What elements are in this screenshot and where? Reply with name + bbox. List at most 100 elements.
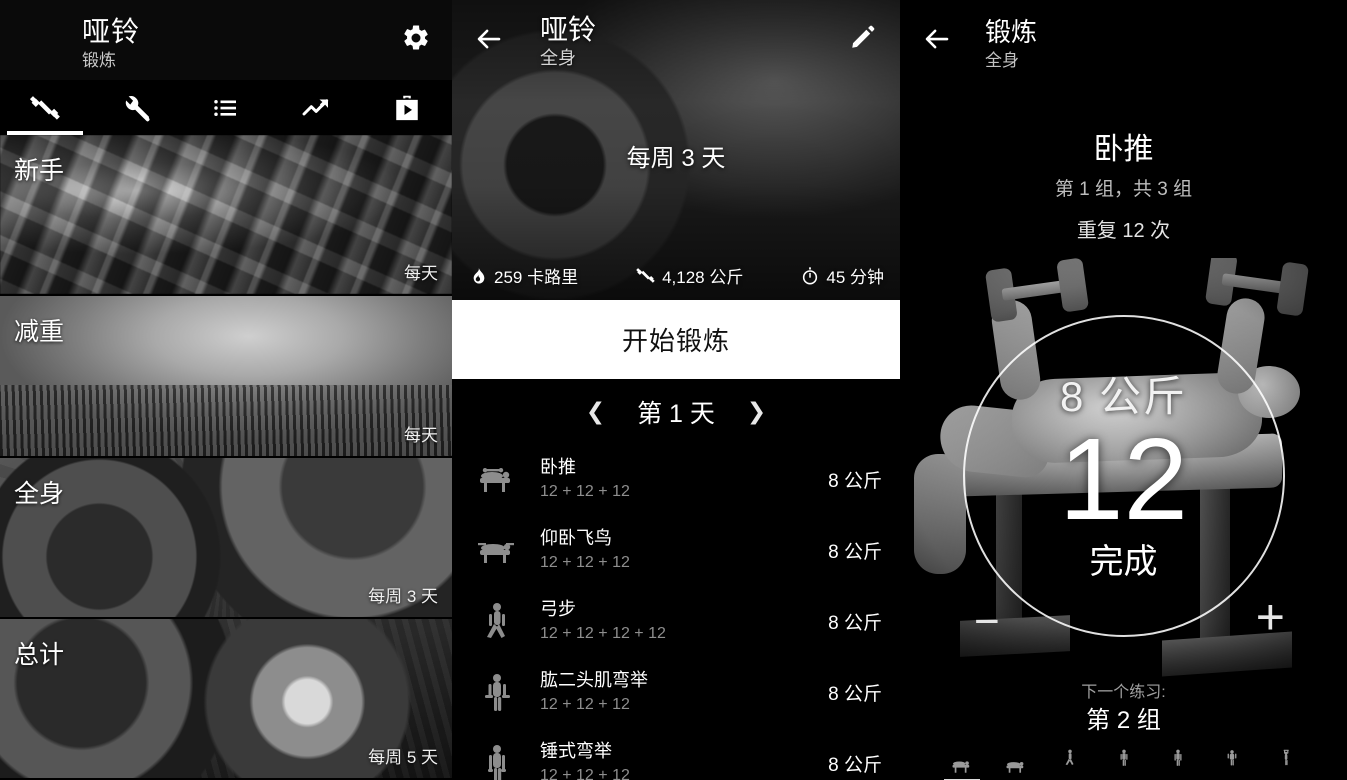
exercise-sets: 12 + 12 + 12 xyxy=(540,695,630,713)
program-name: 新手 xyxy=(14,157,65,185)
workout-hero: 哑铃 全身 每周 3 天 259 卡路里 4,128 公斤 45 分钟 xyxy=(452,0,900,300)
stat-duration-value: 45 分钟 xyxy=(826,268,884,287)
trending-up-icon xyxy=(302,98,329,115)
exercise-info: 肱二头肌弯举 12 + 12 + 12 xyxy=(528,669,828,715)
exercise-thumbnail-strip xyxy=(900,728,1347,780)
tab-statistics[interactable] xyxy=(271,80,361,135)
settings-button[interactable] xyxy=(394,16,438,60)
rep-count-value: 12 xyxy=(1058,413,1189,544)
back-arrow-icon xyxy=(925,29,949,49)
biceps-curl-icon[interactable] xyxy=(1110,736,1138,776)
lunge-icon xyxy=(466,599,528,645)
store-play-icon xyxy=(396,95,418,120)
tab-tools[interactable] xyxy=(90,80,180,135)
list-item[interactable]: 卧推 12 + 12 + 12 8 公斤 xyxy=(452,444,900,515)
gear-icon xyxy=(404,25,428,50)
programs-header: 哑铃 锻炼 xyxy=(0,0,452,80)
program-frequency: 每周 3 天 xyxy=(368,586,438,606)
program-row[interactable]: 全身 每周 3 天 xyxy=(0,457,452,619)
program-list: 新手 每天 减重 每天 全身 每周 3 天 总计 每周 5 天 xyxy=(0,135,452,780)
list-item[interactable]: 仰卧飞鸟 12 + 12 + 12 8 公斤 xyxy=(452,515,900,586)
stat-volume-value: 4,128 公斤 xyxy=(662,268,744,287)
exercise-info: 弓步 12 + 12 + 12 + 12 xyxy=(528,598,828,644)
rep-counter-button[interactable]: 8 公斤 12 完成 xyxy=(962,315,1285,637)
exercise-info: 卧推 12 + 12 + 12 xyxy=(528,456,828,502)
overhead-raise-icon[interactable] xyxy=(1272,736,1300,776)
main-tab-bar xyxy=(0,80,452,135)
shoulder-press-icon[interactable] xyxy=(1218,736,1246,776)
hammer-curl-icon[interactable] xyxy=(1164,736,1192,776)
current-rep-info: 重复 12 次 xyxy=(1076,220,1171,242)
wrench-icon xyxy=(125,95,150,121)
workout-frequency: 每周 3 天 xyxy=(626,145,726,172)
session-subtitle: 全身 xyxy=(985,51,1019,70)
day-navigator: ❮ 第 1 天 ❯ xyxy=(452,379,900,444)
exercise-list: 卧推 12 + 12 + 12 8 公斤 仰卧飞鸟 12 + 12 + 12 8… xyxy=(452,444,900,780)
page-subtitle: 锻炼 xyxy=(82,51,116,70)
tab-list[interactable] xyxy=(181,80,271,135)
stat-calories: 259 卡路里 xyxy=(468,263,578,288)
exercise-weight: 8 公斤 xyxy=(828,542,882,563)
list-item[interactable]: 肱二头肌弯举 12 + 12 + 12 8 公斤 xyxy=(452,657,900,728)
exercise-name: 卧推 xyxy=(540,457,576,478)
day-label: 第 1 天 xyxy=(637,399,715,428)
list-item[interactable]: 弓步 12 + 12 + 12 + 12 8 公斤 xyxy=(452,586,900,657)
exercise-weight: 8 公斤 xyxy=(828,613,882,634)
program-name: 总计 xyxy=(14,640,65,669)
exercise-sets: 12 + 12 + 12 + 12 xyxy=(540,624,666,642)
exercise-info: 仰卧飞鸟 12 + 12 + 12 xyxy=(528,527,828,573)
workout-title: 哑铃 xyxy=(540,14,597,45)
next-day-button[interactable]: ❯ xyxy=(741,396,772,427)
bench-press-icon[interactable] xyxy=(943,736,980,780)
exercise-name: 锤式弯举 xyxy=(540,741,612,762)
back-button[interactable] xyxy=(468,18,510,60)
session-title: 锻炼 xyxy=(985,17,1038,47)
next-exercise-label: 下一个练习: xyxy=(1081,684,1166,701)
dumbbell-icon xyxy=(636,268,655,283)
stat-volume: 4,128 公斤 xyxy=(635,263,743,288)
tab-workouts[interactable] xyxy=(0,80,90,135)
lunge-icon[interactable] xyxy=(1056,736,1084,776)
chest-fly-icon xyxy=(466,528,528,574)
start-workout-button[interactable]: 开始锻炼 xyxy=(452,300,900,379)
program-row[interactable]: 减重 每天 xyxy=(0,296,452,458)
edit-button[interactable] xyxy=(842,16,884,58)
hammer-curl-icon xyxy=(466,741,528,780)
program-frequency: 每天 xyxy=(404,264,438,284)
stat-calories-value: 259 卡路里 xyxy=(494,268,579,287)
program-frequency: 每周 5 天 xyxy=(368,748,438,767)
tab-store[interactable] xyxy=(362,80,452,135)
exercise-weight: 8 公斤 xyxy=(828,684,882,705)
list-icon xyxy=(214,99,237,116)
exercise-sets: 12 + 12 + 12 xyxy=(540,553,630,571)
exercise-name: 弓步 xyxy=(540,599,576,620)
exercise-weight: 8 公斤 xyxy=(828,755,882,776)
exercise-sets: 12 + 12 + 12 xyxy=(540,766,630,780)
workout-stats: 259 卡路里 4,128 公斤 45 分钟 xyxy=(452,263,900,288)
exercise-name: 肱二头肌弯举 xyxy=(540,670,648,691)
previous-day-button[interactable]: ❮ xyxy=(580,396,611,427)
rep-done-label: 完成 xyxy=(1089,543,1158,582)
page-title: 哑铃 xyxy=(82,16,141,47)
program-row[interactable]: 总计 每周 5 天 xyxy=(0,618,452,780)
stat-duration: 45 分钟 xyxy=(800,263,884,288)
workout-detail-panel: 哑铃 全身 每周 3 天 259 卡路里 4,128 公斤 45 分钟 开始锻炼… xyxy=(452,0,900,780)
program-name: 全身 xyxy=(14,479,65,508)
increase-reps-button[interactable]: + xyxy=(1256,592,1285,642)
program-image xyxy=(0,296,452,456)
list-item[interactable]: 锤式弯举 12 + 12 + 12 8 公斤 xyxy=(452,728,900,780)
exercise-name: 仰卧飞鸟 xyxy=(540,528,612,549)
back-button[interactable] xyxy=(916,18,958,60)
decrease-reps-button[interactable]: − xyxy=(974,600,1000,644)
programs-panel: 哑铃 锻炼 新手 每天 减重 每天 全身 每周 3 天 总计 每周 5 天 xyxy=(0,0,452,780)
workout-subtitle: 全身 xyxy=(540,48,576,68)
exercise-info: 锤式弯举 12 + 12 + 12 xyxy=(528,740,828,780)
dumbbell-icon xyxy=(30,95,61,120)
pencil-icon xyxy=(852,25,875,48)
current-exercise-name: 卧推 xyxy=(1093,133,1154,166)
chest-fly-icon[interactable] xyxy=(1002,736,1030,776)
flame-icon xyxy=(473,267,485,283)
program-row[interactable]: 新手 每天 xyxy=(0,135,452,297)
program-image xyxy=(0,135,452,295)
app-screenshot: 哑铃 锻炼 新手 每天 减重 每天 全身 每周 3 天 总计 每周 5 天 哑铃… xyxy=(0,0,1347,780)
